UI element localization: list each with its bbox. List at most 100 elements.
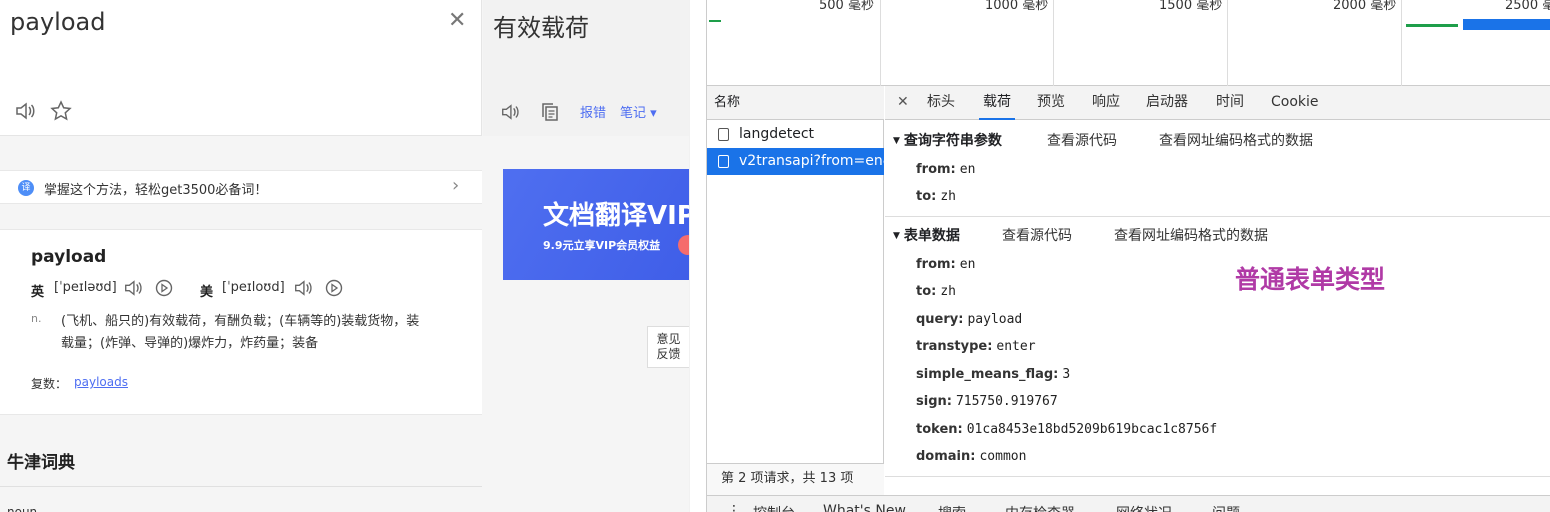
banner-badge-icon: 译 bbox=[18, 180, 34, 196]
section-title: 表单数据 bbox=[903, 228, 960, 244]
param-row: to: zh bbox=[916, 284, 957, 299]
star-icon[interactable] bbox=[50, 100, 72, 122]
param-row: domain: common bbox=[916, 449, 1027, 464]
drawer-tab-whats-new[interactable]: What's New bbox=[823, 503, 906, 512]
form-section-header[interactable]: ▼ 表单数据 bbox=[893, 225, 960, 245]
document-icon bbox=[718, 155, 729, 168]
timeline-label: 2000 毫秒 bbox=[1333, 0, 1397, 13]
timeline-bar bbox=[709, 20, 721, 22]
replay-icon[interactable] bbox=[324, 278, 344, 298]
drawer-tab-memory-inspector[interactable]: 内存检查器 bbox=[1005, 503, 1075, 512]
speaker-icon[interactable] bbox=[14, 100, 36, 122]
source-box[interactable]: payload ✕ bbox=[0, 0, 482, 136]
tab-headers[interactable]: 标头 bbox=[927, 86, 955, 120]
request-name: langdetect bbox=[739, 126, 815, 142]
oxford-dictionary-title: 牛津词典 bbox=[7, 453, 75, 473]
timeline-divider bbox=[880, 0, 881, 86]
param-row: to: zh bbox=[916, 189, 957, 204]
plural-label: 复数： bbox=[31, 377, 68, 391]
section-title: 查询字符串参数 bbox=[903, 133, 1002, 149]
drawer-tab-network-conditions[interactable]: 网络状况 bbox=[1116, 503, 1172, 512]
annotation-text: 普通表单类型 bbox=[1235, 265, 1386, 294]
param-row: from: en bbox=[916, 162, 976, 177]
request-count-status: 第 2 项请求，共 13 项 bbox=[707, 463, 884, 495]
detail-tabbar: ✕ 标头 载荷 预览 响应 启动器 时间 Cookie bbox=[885, 86, 1550, 120]
uk-label: 英 bbox=[31, 285, 45, 300]
tab-initiator[interactable]: 启动器 bbox=[1146, 86, 1188, 120]
us-label: 美 bbox=[200, 285, 214, 300]
dict-word: payload bbox=[31, 247, 107, 267]
tab-payload[interactable]: 载荷 bbox=[979, 86, 1015, 120]
dictionary-card: payload 英 [ˈpeɪləʊd] 美 [ˈpeɪloʊd] n. (飞机… bbox=[0, 229, 482, 415]
tab-preview[interactable]: 预览 bbox=[1037, 86, 1065, 120]
plural-link[interactable]: payloads bbox=[74, 375, 128, 389]
drawer-tab-issues[interactable]: 问题 bbox=[1212, 503, 1240, 512]
vip-ad-card[interactable]: 文档翻译VIP 9.9元立享VIP会员权益 bbox=[503, 169, 690, 280]
drawer-menu-icon[interactable]: ⋮ bbox=[727, 503, 741, 512]
oxford-pos: noun bbox=[7, 505, 38, 512]
promo-banner[interactable]: 译 掌握这个方法，轻松get3500必备词！ › bbox=[0, 170, 482, 204]
tab-response[interactable]: 响应 bbox=[1092, 86, 1120, 120]
definition-line: 载量；(炸弹、导弹的)爆炸力，炸药量；装备 bbox=[61, 336, 319, 351]
timeline-label: 2500 毫 bbox=[1505, 0, 1550, 13]
target-text: 有效载荷 bbox=[493, 14, 589, 42]
view-source-link[interactable]: 查看源代码 bbox=[1002, 225, 1072, 245]
view-url-encoded-link[interactable]: 查看网址编码格式的数据 bbox=[1114, 225, 1268, 245]
request-detail: ✕ 标头 载荷 预览 响应 启动器 时间 Cookie ▼ 查询字符串参数 查看源… bbox=[885, 86, 1550, 495]
triangle-down-icon: ▼ bbox=[893, 136, 900, 146]
query-section-header[interactable]: ▼ 查询字符串参数 bbox=[893, 130, 1002, 150]
replay-icon[interactable] bbox=[154, 278, 174, 298]
drawer-tab-search[interactable]: 搜索 bbox=[938, 503, 966, 512]
request-row-selected[interactable]: v2transapi?from=en&to=zh bbox=[707, 148, 884, 175]
tab-cookie[interactable]: Cookie bbox=[1271, 86, 1319, 120]
close-icon[interactable]: ✕ bbox=[448, 8, 466, 33]
speaker-icon[interactable] bbox=[499, 102, 521, 122]
feedback-line: 意见 bbox=[656, 332, 681, 346]
param-row: simple_means_flag: 3 bbox=[916, 367, 1071, 382]
param-row: token: 01ca8453e18bd5209b619bcac1c8756f bbox=[916, 422, 1218, 437]
tab-timing[interactable]: 时间 bbox=[1216, 86, 1244, 120]
us-ipa: [ˈpeɪloʊd] bbox=[222, 280, 285, 295]
divider bbox=[885, 476, 1550, 477]
scrollbar[interactable] bbox=[689, 0, 690, 512]
triangle-down-icon: ▼ bbox=[893, 231, 900, 241]
request-list: 名称 langdetect v2transapi?from=en&to=zh 第… bbox=[707, 86, 884, 495]
param-row: from: en bbox=[916, 257, 976, 272]
feedback-line: 反馈 bbox=[656, 347, 681, 361]
timeline-label: 500 毫秒 bbox=[819, 0, 874, 13]
close-icon[interactable]: ✕ bbox=[897, 86, 909, 119]
target-box: 有效载荷 报错 笔记 ▾ bbox=[483, 0, 690, 136]
definition-line: (飞机、船只的)有效载荷，有酬负载；(车辆等的)装载货物，装 bbox=[61, 314, 420, 329]
speaker-icon[interactable] bbox=[123, 278, 143, 298]
speaker-icon[interactable] bbox=[293, 278, 313, 298]
param-row: sign: 715750.919767 bbox=[916, 394, 1058, 409]
banner-text[interactable]: 掌握这个方法，轻松get3500必备词！ bbox=[44, 179, 267, 198]
param-row: transtype: enter bbox=[916, 339, 1036, 354]
view-source-link[interactable]: 查看源代码 bbox=[1047, 130, 1117, 150]
timeline-divider bbox=[1401, 0, 1402, 86]
copy-icon[interactable] bbox=[540, 102, 560, 122]
name-column-header[interactable]: 名称 bbox=[707, 86, 884, 120]
vip-title: 文档翻译VIP bbox=[543, 201, 690, 231]
timeline-bar bbox=[1463, 19, 1550, 30]
request-row[interactable]: langdetect bbox=[707, 121, 884, 148]
param-row: query: payload bbox=[916, 312, 1023, 327]
vip-subtitle: 9.9元立享VIP会员权益 bbox=[543, 239, 661, 252]
part-of-speech: n. bbox=[31, 312, 42, 325]
divider bbox=[0, 486, 482, 487]
drawer-tab-console[interactable]: 控制台 bbox=[753, 503, 795, 512]
report-error-link[interactable]: 报错 bbox=[580, 102, 606, 121]
document-icon bbox=[718, 128, 729, 141]
timeline-label: 1000 毫秒 bbox=[985, 0, 1049, 13]
network-timeline[interactable]: 500 毫秒 1000 毫秒 1500 毫秒 2000 毫秒 2500 毫 bbox=[707, 0, 1550, 86]
notes-dropdown[interactable]: 笔记 ▾ bbox=[620, 102, 657, 121]
timeline-label: 1500 毫秒 bbox=[1159, 0, 1223, 13]
feedback-button[interactable]: 意见 反馈 bbox=[647, 326, 690, 368]
chevron-right-icon[interactable]: › bbox=[452, 175, 459, 196]
timeline-divider bbox=[1227, 0, 1228, 86]
divider bbox=[885, 216, 1550, 217]
source-text[interactable]: payload bbox=[10, 8, 105, 36]
view-url-encoded-link[interactable]: 查看网址编码格式的数据 bbox=[1159, 130, 1313, 150]
devtools-panel: 500 毫秒 1000 毫秒 1500 毫秒 2000 毫秒 2500 毫 名称… bbox=[706, 0, 1550, 512]
drawer-tabbar: ⋮ 控制台 What's New 搜索 内存检查器 网络状况 问题 bbox=[707, 495, 1550, 512]
